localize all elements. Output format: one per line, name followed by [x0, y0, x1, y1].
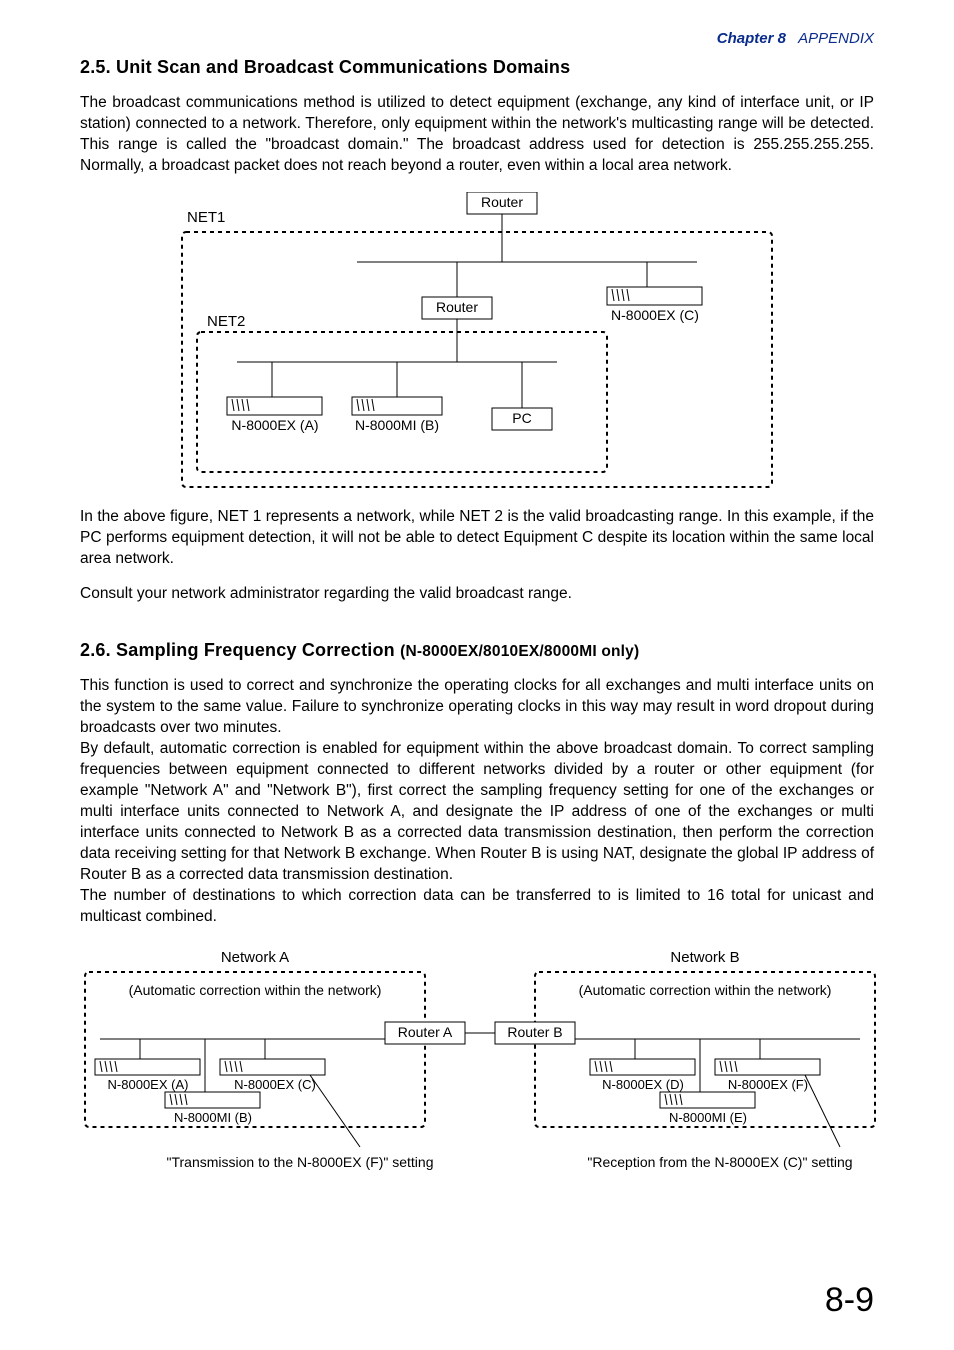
d2-dev-a: N-8000EX (A)	[108, 1077, 189, 1092]
d1-net1-label: NET1	[187, 209, 225, 226]
d2-captionB: "Reception from the N-8000EX (C)" settin…	[587, 1154, 852, 1170]
d1-router-top: Router	[481, 194, 523, 210]
d1-device-c: N-8000EX (C)	[611, 307, 699, 323]
d2-router-a: Router A	[398, 1024, 453, 1040]
d2-networkB: Network B	[670, 949, 739, 966]
d1-device-c-box: N-8000EX (C)	[607, 287, 702, 323]
d2-router-b: Router B	[507, 1024, 562, 1040]
d1-router-mid: Router	[436, 299, 478, 315]
section-26-title-main: 2.6. Sampling Frequency Correction	[80, 640, 395, 660]
d1-device-b: N-8000MI (B)	[355, 417, 439, 433]
section-26-body1: This function is used to correct and syn…	[80, 676, 874, 739]
page-number: 8-9	[825, 1281, 874, 1320]
section-25-body2: In the above figure, NET 1 represents a …	[80, 507, 874, 570]
d2-autoB: (Automatic correction within the network…	[579, 982, 832, 998]
page-root: Chapter 8 APPENDIX 2.5. Unit Scan and Br…	[0, 0, 954, 1350]
section-25-title: 2.5. Unit Scan and Broadcast Communicati…	[80, 57, 874, 78]
diagram-1: Router Router N-8000EX (C)	[177, 192, 777, 492]
chapter-label: Chapter 8	[717, 30, 786, 47]
section-26-body2: By default, automatic correction is enab…	[80, 739, 874, 885]
section-26-title: 2.6. Sampling Frequency Correction (N-80…	[80, 640, 874, 661]
d2-dev-d: N-8000EX (D)	[602, 1077, 684, 1092]
d1-device-a: N-8000EX (A)	[231, 417, 318, 433]
d2-captionA: "Transmission to the N-8000EX (F)" setti…	[167, 1154, 434, 1170]
diagram-1-svg: Router Router N-8000EX (C)	[177, 192, 777, 492]
d2-networkA: Network A	[221, 949, 289, 966]
d1-device-pc: PC	[512, 410, 531, 426]
diagram-2-svg: Router A Router B N-8000EX (A)	[80, 947, 880, 1177]
chapter-title: APPENDIX	[798, 30, 874, 47]
d1-net2-label: NET2	[207, 313, 245, 330]
section-25-body1: The broadcast communications method is u…	[80, 93, 874, 177]
d2-dev-f: N-8000EX (F)	[728, 1077, 808, 1092]
diagram-2: Router A Router B N-8000EX (A)	[80, 947, 880, 1177]
section-25-body3: Consult your network administrator regar…	[80, 584, 874, 605]
d2-dev-b: N-8000MI (B)	[174, 1110, 252, 1125]
section-26-title-sub: (N-8000EX/8010EX/8000MI only)	[400, 643, 639, 660]
chapter-header: Chapter 8 APPENDIX	[80, 30, 874, 47]
d2-dev-e: N-8000MI (E)	[669, 1110, 747, 1125]
d2-dev-c: N-8000EX (C)	[234, 1077, 316, 1092]
section-26-body3: The number of destinations to which corr…	[80, 886, 874, 928]
d2-autoA: (Automatic correction within the network…	[129, 982, 382, 998]
